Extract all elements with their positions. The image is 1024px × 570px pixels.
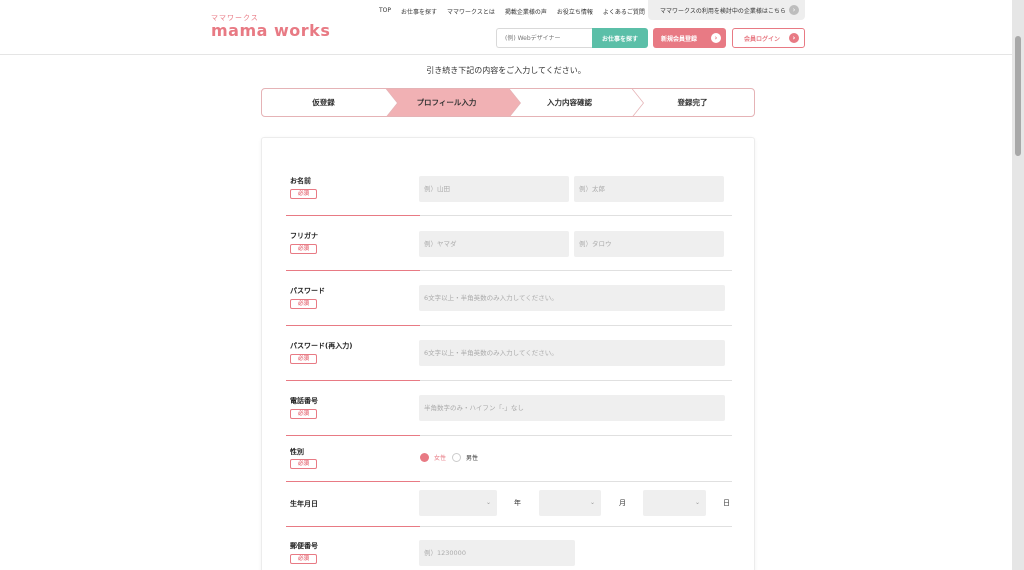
- nav-faq[interactable]: よくあるご質問: [603, 7, 645, 16]
- job-search-button[interactable]: お仕事を探す: [592, 28, 648, 48]
- birthday-label: 生年月日: [290, 500, 318, 508]
- birth-year-select[interactable]: ⌄: [419, 490, 497, 516]
- radio-unchecked-icon: [452, 453, 461, 462]
- day-unit: 日: [723, 499, 730, 507]
- form-row-phone: 電話番号 必須: [286, 381, 732, 436]
- site-header: ママワークス mama works TOP お仕事を探す ママワークスとは 掲載…: [0, 0, 1012, 55]
- birth-day-select[interactable]: ⌄: [643, 490, 706, 516]
- chevron-right-icon: ›: [789, 5, 799, 15]
- nav-useful-info[interactable]: お役立ち情報: [557, 7, 593, 16]
- form-row-name: お名前 必須: [286, 138, 732, 216]
- register-button[interactable]: 新規会員登録 ›: [653, 28, 726, 48]
- year-unit: 年: [514, 499, 521, 507]
- nav-about[interactable]: ママワークスとは: [447, 7, 495, 16]
- chevron-right-icon: ›: [789, 33, 799, 43]
- postal-code-input[interactable]: [419, 540, 575, 566]
- postal-label: 郵便番号: [290, 542, 318, 550]
- chevron-down-icon: ⌄: [694, 499, 700, 506]
- chevron-down-icon: ⌄: [589, 499, 595, 506]
- step-label: 登録完了: [677, 98, 708, 107]
- company-link-button[interactable]: ママワークスの利用を検討中の企業様はこちら ›: [648, 0, 805, 20]
- name-label: お名前: [290, 177, 311, 185]
- form-row-password: パスワード 必須: [286, 271, 732, 326]
- radio-checked-icon: [420, 453, 429, 462]
- top-nav: TOP お仕事を探す ママワークスとは 掲載企業様の声 お役立ち情報 よくあるご…: [379, 7, 655, 16]
- required-badge: 必須: [290, 299, 317, 309]
- form-row-gender: 性別 必須 女性 男性: [286, 436, 732, 482]
- phone-label: 電話番号: [290, 397, 318, 405]
- login-button[interactable]: 会員ログイン ›: [732, 28, 805, 48]
- birth-month-select[interactable]: ⌄: [539, 490, 601, 516]
- kana-label: フリガナ: [290, 232, 318, 240]
- step-complete: 登録完了: [631, 89, 754, 116]
- gender-female-radio[interactable]: 女性: [420, 453, 446, 462]
- scrollbar-thumb[interactable]: [1015, 36, 1021, 156]
- gender-label: 性別: [290, 448, 304, 456]
- gender-male-radio[interactable]: 男性: [452, 453, 478, 462]
- last-name-kana-input[interactable]: [419, 231, 569, 257]
- required-badge: 必須: [290, 244, 317, 254]
- phone-input[interactable]: [419, 395, 725, 421]
- nav-testimonials[interactable]: 掲載企業様の声: [505, 7, 547, 16]
- step-confirm: 入力内容確認: [508, 89, 644, 116]
- form-row-kana: フリガナ 必須: [286, 216, 732, 271]
- first-name-input[interactable]: [574, 176, 724, 202]
- job-search-input[interactable]: [496, 28, 592, 48]
- job-search: お仕事を探す: [496, 28, 648, 48]
- step-provisional: 仮登録: [262, 89, 398, 116]
- page: ママワークス mama works TOP お仕事を探す ママワークスとは 掲載…: [0, 0, 1012, 570]
- password-confirm-input[interactable]: [419, 340, 725, 366]
- password-label: パスワード: [290, 287, 325, 295]
- chevron-down-icon: ⌄: [485, 499, 491, 506]
- step-label: 仮登録: [312, 98, 335, 107]
- required-badge: 必須: [290, 554, 317, 564]
- progress-steps: 仮登録 プロフィール入力 入力内容確認 登録完了: [261, 88, 755, 117]
- register-button-label: 新規会員登録: [661, 35, 698, 43]
- first-name-kana-input[interactable]: [574, 231, 724, 257]
- password-input[interactable]: [419, 285, 725, 311]
- profile-form: お名前 必須 フリガナ 必須 パスワード 必須 パスワード(再入力) 必須: [261, 137, 755, 570]
- login-button-label: 会員ログイン: [744, 35, 781, 43]
- form-row-postal: 郵便番号 必須: [286, 527, 732, 570]
- gender-male-label: 男性: [466, 455, 479, 462]
- required-badge: 必須: [290, 354, 317, 364]
- chevron-right-icon: ›: [711, 33, 721, 43]
- last-name-input[interactable]: [419, 176, 569, 202]
- step-label: プロフィール入力: [416, 98, 477, 107]
- form-row-birthday: 生年月日 ⌄ 年 ⌄ 月 ⌄ 日: [286, 482, 732, 527]
- logo[interactable]: ママワークス mama works: [211, 14, 330, 40]
- nav-find-jobs[interactable]: お仕事を探す: [401, 7, 437, 16]
- required-badge: 必須: [290, 409, 317, 419]
- form-row-password-confirm: パスワード(再入力) 必須: [286, 326, 732, 381]
- instruction-text: 引き続き下記の内容をご入力してください。: [426, 66, 586, 75]
- logo-main: mama works: [211, 21, 331, 40]
- password-confirm-label: パスワード(再入力): [290, 342, 353, 350]
- step-label: 入力内容確認: [547, 98, 592, 107]
- scrollbar[interactable]: [1012, 0, 1024, 570]
- month-unit: 月: [619, 499, 626, 507]
- company-link-label: ママワークスの利用を検討中の企業様はこちら: [660, 7, 786, 15]
- nav-top[interactable]: TOP: [379, 7, 391, 16]
- required-badge: 必須: [290, 459, 317, 469]
- required-badge: 必須: [290, 189, 317, 199]
- gender-female-label: 女性: [434, 455, 447, 462]
- step-profile: プロフィール入力: [385, 89, 521, 116]
